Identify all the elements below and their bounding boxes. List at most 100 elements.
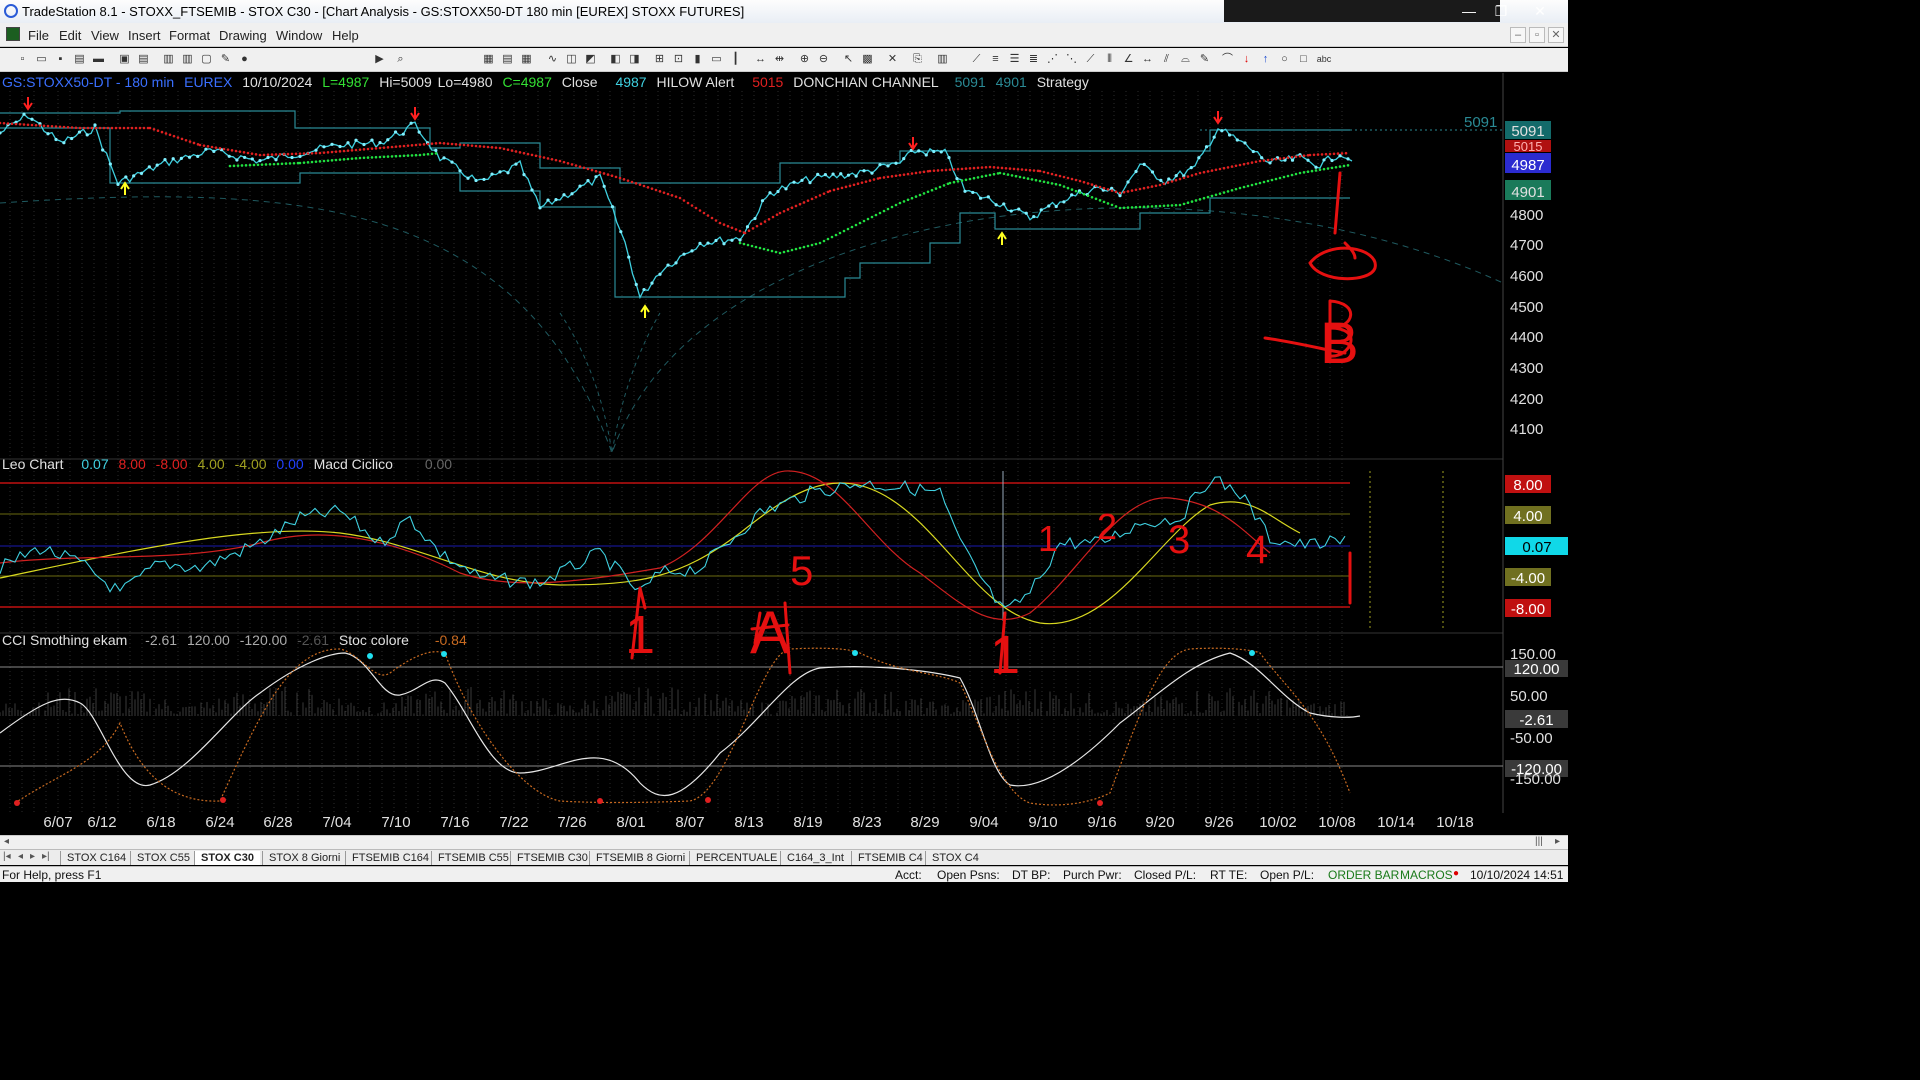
price-point <box>1322 158 1326 162</box>
menu-insert[interactable]: Insert <box>128 28 161 43</box>
tab-prev-icon[interactable]: ◂ <box>18 851 23 862</box>
gann-icon[interactable]: ⋱ <box>1065 53 1078 66</box>
format-icon[interactable]: ◧ <box>609 53 622 66</box>
mdi-close-button[interactable]: ✕ <box>1548 27 1564 43</box>
compress-icon[interactable]: ⇹ <box>773 53 786 66</box>
ellipse-icon[interactable]: ○ <box>1278 53 1291 66</box>
copy-icon[interactable]: ⎘ <box>911 53 924 66</box>
arrow-up-icon[interactable]: ↑ <box>1259 53 1272 66</box>
radar-icon[interactable]: ▤ <box>501 53 514 66</box>
data-window-icon[interactable]: ▩ <box>861 53 874 66</box>
menu-edit[interactable]: Edit <box>59 28 81 43</box>
expand-icon[interactable]: ↔ <box>754 53 767 66</box>
paste-icon[interactable]: ▥ <box>936 53 949 66</box>
zoom-out-icon[interactable]: ⊖ <box>817 53 830 66</box>
lines-icon[interactable]: ☰ <box>1008 53 1021 66</box>
menu-view[interactable]: View <box>91 28 119 43</box>
date-tick-label: 6/24 <box>205 814 234 831</box>
strategy-icon[interactable]: ◫ <box>565 53 578 66</box>
tab-ftsemib-c55[interactable]: FTSEMIB C55 <box>431 851 515 865</box>
play-icon[interactable]: ▶ <box>373 53 386 66</box>
chart-icon[interactable]: ▦ <box>482 53 495 66</box>
new-icon[interactable]: ▫ <box>16 53 29 66</box>
print-preview-icon[interactable]: ▣ <box>118 53 131 66</box>
tab-next-icon[interactable]: ▸ <box>30 851 35 862</box>
chart-doc-icon[interactable] <box>6 27 20 41</box>
candle-icon[interactable]: ┃ <box>729 53 742 66</box>
tab-stox-c4[interactable]: STOX C4 <box>925 851 985 865</box>
tab-ftsemib-c164[interactable]: FTSEMIB C164 <box>345 851 435 865</box>
mdi-minimize-button[interactable]: – <box>1510 27 1526 43</box>
lock-icon[interactable]: ▢ <box>200 53 213 66</box>
curve-icon[interactable]: ⌒ <box>1221 53 1234 66</box>
donchian-label: DONCHIAN CHANNEL <box>793 74 939 90</box>
macros-button[interactable]: MACROS <box>1400 868 1453 882</box>
cycle-icon[interactable]: ⦀ <box>1103 53 1116 66</box>
angle-icon[interactable]: ∠ <box>1122 53 1135 66</box>
chart-area[interactable]: 6/07 6/12 6/18 6/24 6/28 7/04 7/10 7/16 7/22 7/26… <box>0 73 1568 835</box>
speedline-icon[interactable]: ⋰ <box>1046 53 1059 66</box>
pencil-icon[interactable]: ✎ <box>1198 53 1211 66</box>
arrow-down-icon[interactable]: ↓ <box>1240 53 1253 66</box>
find-icon[interactable]: ⌕ <box>394 53 407 66</box>
folder-icon[interactable]: ▬ <box>92 53 105 66</box>
tab-stox-c55[interactable]: STOX C55 <box>130 851 196 865</box>
fib-icon[interactable]: ≣ <box>1027 53 1040 66</box>
tab-percentuale[interactable]: PERCENTUALE <box>689 851 783 865</box>
tab-ftsemib-8-giorni[interactable]: FTSEMIB 8 Giorni <box>589 851 691 865</box>
arc-icon[interactable]: ⌓ <box>1179 53 1192 66</box>
tab-stox-c164[interactable]: STOX C164 <box>60 851 132 865</box>
drawing-icon[interactable]: ◩ <box>584 53 597 66</box>
tab-first-icon[interactable]: |◂ <box>3 851 11 862</box>
red-ma-point <box>66 125 70 129</box>
wizard-icon[interactable]: ✎ <box>219 53 232 66</box>
open-icon[interactable]: ▭ <box>35 53 48 66</box>
close-button[interactable]: ✕ <box>1520 0 1560 22</box>
channel-icon[interactable]: ⫽ <box>1160 53 1173 66</box>
zoom-in-icon[interactable]: ⊕ <box>798 53 811 66</box>
red-ma-point <box>602 172 606 175</box>
tab-stox-c30[interactable]: STOX C30 <box>194 851 260 865</box>
horizontal-line-icon[interactable]: ≡ <box>989 53 1002 66</box>
horizontal-scrollbar[interactable]: ◂ ||| ▸ <box>0 835 1568 849</box>
print-icon[interactable]: ▤ <box>137 53 150 66</box>
rectangle-icon[interactable]: □ <box>1297 53 1310 66</box>
minimize-button[interactable]: — <box>1452 0 1486 22</box>
restore-button[interactable]: ❐ <box>1484 0 1518 22</box>
trendline-icon[interactable]: ⟋ <box>970 53 983 66</box>
scroll-handle-icon[interactable]: ||| <box>1535 836 1543 847</box>
chart-canvas[interactable]: 6/07 6/12 6/18 6/24 6/28 7/04 7/10 7/16 7/22 7/26… <box>0 73 1568 835</box>
line-chart-icon[interactable]: ▭ <box>710 53 723 66</box>
tab-ftsemib-c4[interactable]: FTSEMIB C4 <box>851 851 929 865</box>
green-ma-point <box>342 158 346 161</box>
alert-icon[interactable]: ⊡ <box>672 53 685 66</box>
scroll-right-icon[interactable]: ▸ <box>1555 836 1560 847</box>
workspace-icon[interactable]: ▤ <box>73 53 86 66</box>
arrow-line-icon[interactable]: ↔ <box>1141 53 1154 66</box>
tab-c164-3-int[interactable]: C164_3_Int <box>780 851 850 865</box>
tab-last-icon[interactable]: ▸| <box>42 851 50 862</box>
tab-stox-8-giorni[interactable]: STOX 8 Giorni <box>262 851 346 865</box>
menu-drawing[interactable]: Drawing <box>219 28 267 43</box>
text-icon[interactable]: abc <box>1314 53 1334 66</box>
mdi-restore-button[interactable]: ▫ <box>1529 27 1545 43</box>
tab-ftsemib-c30[interactable]: FTSEMIB C30 <box>510 851 594 865</box>
order-bar-button[interactable]: ORDER BAR <box>1328 868 1399 882</box>
window-icon[interactable]: ▥ <box>162 53 175 66</box>
menu-file[interactable]: File <box>28 28 49 43</box>
globe-icon[interactable]: ● <box>238 53 251 66</box>
indicator-icon[interactable]: ∿ <box>546 53 559 66</box>
save-icon[interactable]: ▪ <box>54 53 67 66</box>
bar-chart-icon[interactable]: ▮ <box>691 53 704 66</box>
matrix-icon[interactable]: ▦ <box>520 53 533 66</box>
tools-icon[interactable]: ✕ <box>886 53 899 66</box>
menu-format[interactable]: Format <box>169 28 210 43</box>
pointer-icon[interactable]: ↖ <box>842 53 855 66</box>
layout-icon[interactable]: ◨ <box>628 53 641 66</box>
scroll-left-icon[interactable]: ◂ <box>4 836 9 847</box>
scan-icon[interactable]: ⊞ <box>653 53 666 66</box>
menu-help[interactable]: Help <box>332 28 359 43</box>
windows-icon[interactable]: ▥ <box>181 53 194 66</box>
fan-icon[interactable]: ⟋ <box>1084 53 1097 66</box>
menu-window[interactable]: Window <box>276 28 322 43</box>
